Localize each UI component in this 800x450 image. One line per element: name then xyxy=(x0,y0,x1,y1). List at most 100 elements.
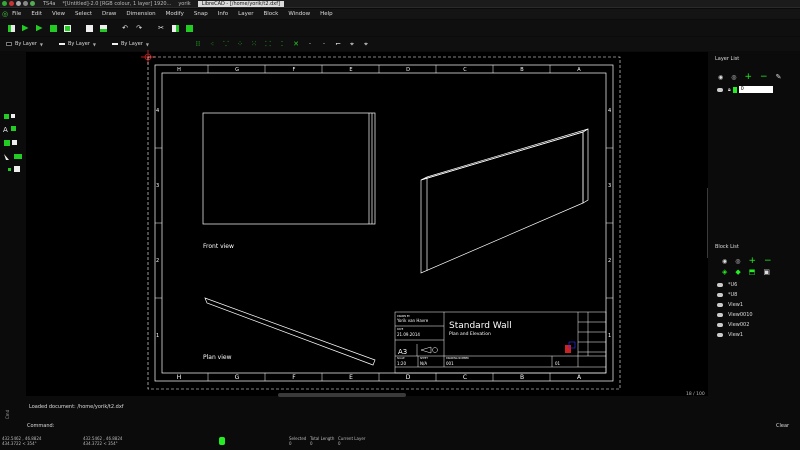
show-all-blocks-icon[interactable]: ◉ xyxy=(722,258,727,265)
remove-layer-icon[interactable]: − xyxy=(760,72,768,82)
info-tool-icon[interactable] xyxy=(14,166,20,172)
layer-visibility-icon[interactable] xyxy=(717,87,723,92)
menu-modify[interactable]: Modify xyxy=(166,11,184,17)
hatch-tool-icon[interactable] xyxy=(4,140,10,146)
new-template-icon[interactable] xyxy=(20,23,30,33)
menu-select[interactable]: Select xyxy=(75,11,92,17)
new-file-icon[interactable] xyxy=(6,23,16,33)
block-item[interactable]: View002 xyxy=(717,320,800,330)
print-preview-icon[interactable] xyxy=(98,23,108,33)
edit-block-icon[interactable]: ◆ xyxy=(735,268,740,276)
restrict-ortho-icon[interactable]: ⌐ xyxy=(333,39,343,49)
show-all-layers-icon[interactable]: ◉ xyxy=(718,74,723,81)
edit-layer-icon[interactable]: ✎ xyxy=(776,73,782,81)
block-item[interactable]: *U6 xyxy=(717,280,800,290)
menu-edit[interactable]: Edit xyxy=(31,11,42,17)
menu-layer[interactable]: Layer xyxy=(238,11,253,17)
hide-all-layers-icon[interactable]: ◎ xyxy=(731,74,736,81)
line-tool-icon[interactable] xyxy=(4,114,9,119)
block-visibility-icon[interactable] xyxy=(717,333,723,337)
browser-icon[interactable] xyxy=(9,1,14,6)
row-label-left: 1 xyxy=(156,333,159,339)
block-tool-icon[interactable] xyxy=(12,140,17,145)
snap-intersection-icon[interactable]: ✕ xyxy=(291,39,301,49)
terminal-icon[interactable] xyxy=(23,1,28,6)
taskbar-item-gimp[interactable]: *[Untitled]-2.0 [RGB colour, 1 layer] 19… xyxy=(62,1,171,7)
redo-icon[interactable]: ↷ xyxy=(134,23,144,33)
save-as-icon[interactable] xyxy=(62,23,72,33)
menu-snap[interactable]: Snap xyxy=(194,11,208,17)
snap-endpoint-icon[interactable]: ⸪ xyxy=(221,39,231,49)
menu-view[interactable]: View xyxy=(52,11,65,17)
clear-button[interactable]: Clear xyxy=(776,423,789,429)
relative-zero-icon[interactable]: ⌖ xyxy=(347,39,357,49)
snap-center-icon[interactable]: ⁙ xyxy=(249,39,259,49)
cmd-dock-handle[interactable]: Cmd xyxy=(5,410,10,419)
rename-block-icon[interactable]: ▣ xyxy=(763,268,770,276)
block-item[interactable]: View0010 xyxy=(717,310,800,320)
add-block-icon[interactable]: + xyxy=(749,256,757,266)
modify-tool-icon[interactable] xyxy=(14,154,22,159)
block-visibility-icon[interactable] xyxy=(717,303,723,307)
hide-all-blocks-icon[interactable]: ◎ xyxy=(735,258,740,265)
line-width-select[interactable]: By Layer ▼ xyxy=(59,41,96,47)
open-file-icon[interactable] xyxy=(34,23,44,33)
save-icon[interactable] xyxy=(48,23,58,33)
block-visibility-icon[interactable] xyxy=(717,313,723,317)
insert-block-icon[interactable]: ⬒ xyxy=(749,268,756,276)
block-visibility-icon[interactable] xyxy=(717,323,723,327)
layer-print-icon[interactable] xyxy=(732,86,737,93)
block-visibility-icon[interactable] xyxy=(717,293,723,297)
snap-middle-icon[interactable]: ⸬ xyxy=(263,39,273,49)
drawing-size: A3 xyxy=(398,348,407,356)
snap-distance-icon[interactable]: ⁚ xyxy=(277,39,287,49)
restrict-vertical-icon[interactable]: · xyxy=(319,39,329,49)
block-item[interactable]: *U8 xyxy=(717,290,800,300)
librecad-icon[interactable] xyxy=(30,1,35,6)
paste-icon[interactable] xyxy=(184,23,194,33)
command-input[interactable] xyxy=(50,421,770,429)
lock-relative-zero-icon[interactable]: ⌖ xyxy=(361,39,371,49)
block-item[interactable]: View1 xyxy=(717,300,800,310)
menu-block[interactable]: Block xyxy=(263,11,278,17)
line-type-select[interactable]: By Layer ▼ xyxy=(112,41,149,47)
isometric-wall-view[interactable] xyxy=(420,128,589,274)
menu-dimension[interactable]: Dimension xyxy=(126,11,155,17)
menu-file[interactable]: File xyxy=(12,11,21,17)
horizontal-scrollbar[interactable] xyxy=(278,393,406,397)
restrict-horizontal-icon[interactable]: · xyxy=(305,39,315,49)
remove-block-icon[interactable]: − xyxy=(764,256,772,266)
taskbar-item-librecad[interactable]: LibreCAD - [/home/yorik/t2.dxf] xyxy=(197,0,284,7)
date-label: DATE xyxy=(397,328,404,331)
circle-tool-icon[interactable] xyxy=(11,114,15,118)
taskbar-item-yorik[interactable]: yorik xyxy=(178,1,190,7)
create-block-icon[interactable]: ◈ xyxy=(722,268,727,276)
snap-on-entity-icon[interactable]: ⁘ xyxy=(235,39,245,49)
color-select[interactable]: By Layer ▼ xyxy=(6,41,43,47)
block-item[interactable]: View1 xyxy=(717,330,800,340)
block-visibility-icon[interactable] xyxy=(717,283,723,287)
front-view-elevation[interactable] xyxy=(202,112,376,225)
undo-icon[interactable]: ↶ xyxy=(120,23,130,33)
menu-window[interactable]: Window xyxy=(288,11,310,17)
select-tool-icon[interactable] xyxy=(4,154,9,160)
dimension-tool-icon[interactable] xyxy=(11,126,16,131)
folder-icon[interactable] xyxy=(16,1,21,6)
snap-tool-icon[interactable] xyxy=(8,168,11,171)
layer-name[interactable]: 0 xyxy=(738,86,773,93)
print-icon[interactable] xyxy=(84,23,94,33)
app-menu-icon[interactable] xyxy=(2,1,7,6)
menu-draw[interactable]: Draw xyxy=(102,11,116,17)
layer-row[interactable]: 🔒︎ 0 xyxy=(717,86,800,93)
snap-grid-icon[interactable]: ⁞⁞ xyxy=(193,39,203,49)
add-layer-icon[interactable]: + xyxy=(745,72,753,82)
text-tool-icon[interactable]: A xyxy=(3,126,8,134)
cut-icon[interactable]: ✂ xyxy=(156,23,166,33)
menu-info[interactable]: Info xyxy=(218,11,228,17)
menu-help[interactable]: Help xyxy=(320,11,333,17)
snap-free-icon[interactable]: ⁖ xyxy=(207,39,217,49)
layer-lock-icon[interactable]: 🔒︎ xyxy=(728,87,731,93)
tool-palette: A xyxy=(0,110,26,190)
taskbar-item-ts4a[interactable]: TS4a xyxy=(43,1,55,7)
copy-icon[interactable] xyxy=(170,23,180,33)
